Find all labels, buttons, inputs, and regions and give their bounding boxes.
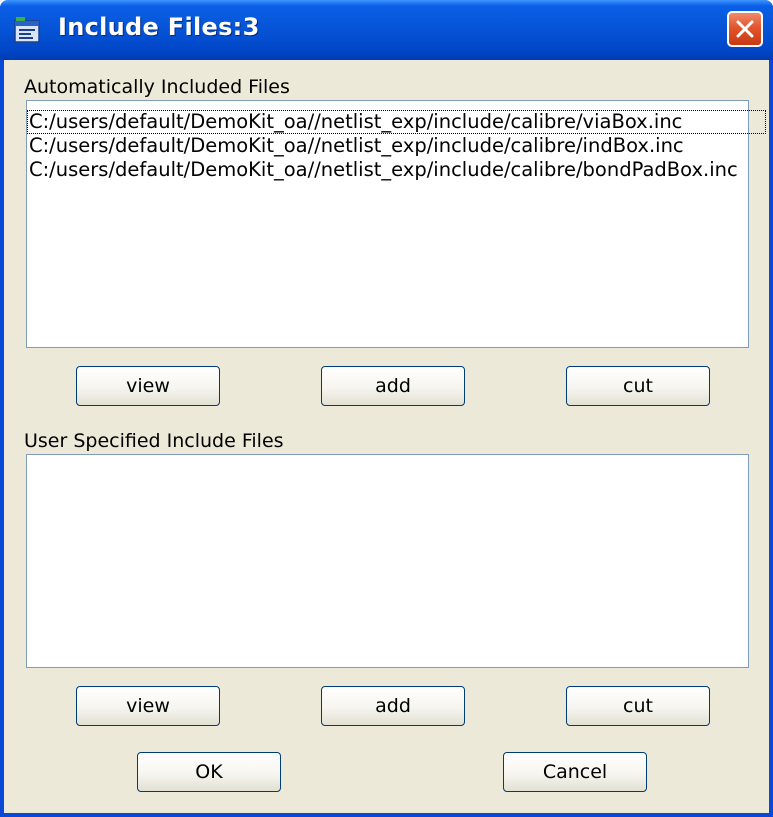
- auto-files-label: Automatically Included Files: [24, 76, 290, 98]
- auto-cut-button[interactable]: cut: [566, 366, 710, 406]
- auto-files-list[interactable]: C:/users/default/DemoKit_oa//netlist_exp…: [26, 100, 766, 348]
- user-files-label: User Specified Include Files: [24, 430, 284, 452]
- user-files-list[interactable]: [26, 454, 749, 668]
- list-item[interactable]: C:/users/default/DemoKit_oa//netlist_exp…: [27, 158, 738, 182]
- auto-view-button[interactable]: view: [76, 366, 220, 406]
- window-title: Include Files:3: [58, 13, 260, 41]
- include-files-dialog: Include Files:3 Automatically Included F…: [0, 0, 773, 817]
- user-cut-button[interactable]: cut: [566, 686, 710, 726]
- cancel-button[interactable]: Cancel: [503, 752, 647, 792]
- user-add-button[interactable]: add: [321, 686, 465, 726]
- close-icon: [736, 20, 754, 38]
- close-button[interactable]: [727, 11, 763, 47]
- user-view-button[interactable]: view: [76, 686, 220, 726]
- app-window-icon: [14, 17, 40, 43]
- ok-button[interactable]: OK: [137, 752, 281, 792]
- title-bar[interactable]: Include Files:3: [0, 0, 773, 60]
- auto-add-button[interactable]: add: [321, 366, 465, 406]
- list-item[interactable]: C:/users/default/DemoKit_oa//netlist_exp…: [27, 110, 766, 134]
- list-item[interactable]: C:/users/default/DemoKit_oa//netlist_exp…: [27, 134, 684, 158]
